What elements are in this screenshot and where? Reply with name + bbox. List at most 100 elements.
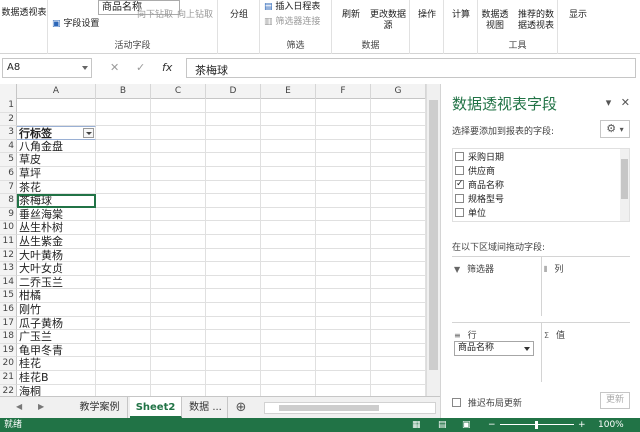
calculate-button[interactable]: 计算 — [444, 10, 478, 21]
row-header[interactable]: 20 — [0, 357, 17, 371]
field-item[interactable]: 采购日期 — [455, 151, 504, 165]
enter-icon[interactable]: ✓ — [136, 61, 145, 74]
formula-input[interactable]: 茶梅球 — [186, 58, 636, 78]
cell-a4[interactable]: 八角金盘 — [17, 139, 96, 154]
cell-a21[interactable]: 桂花B — [17, 371, 96, 385]
row-header[interactable]: 12 — [0, 248, 17, 263]
row-header[interactable]: 16 — [0, 303, 17, 317]
row-header[interactable]: 15 — [0, 289, 17, 303]
cell-a2[interactable] — [17, 112, 96, 127]
empty-cells[interactable] — [96, 357, 440, 371]
empty-cells[interactable] — [96, 181, 440, 195]
row-header[interactable]: 2 — [0, 112, 17, 127]
empty-cells[interactable] — [96, 249, 440, 263]
update-button[interactable]: 更新 — [600, 392, 630, 409]
empty-cells[interactable] — [96, 221, 440, 235]
cell-a1[interactable] — [17, 99, 96, 113]
cell-a14[interactable]: 二乔玉兰 — [17, 275, 96, 290]
change-source-button[interactable]: 更改数据源 — [368, 10, 408, 32]
tab-prev-icon[interactable]: ◀ — [16, 402, 22, 411]
field-checkbox[interactable] — [455, 177, 464, 191]
layout-settings-button[interactable]: ⚙ ▾ — [600, 120, 630, 138]
cell-a7[interactable]: 茶花 — [17, 180, 96, 195]
column-header-b[interactable]: B — [96, 84, 151, 99]
add-sheet-icon[interactable]: ⊕ — [230, 397, 252, 418]
sheet-tab-sheet2[interactable]: Sheet2 — [130, 397, 182, 418]
column-header-g[interactable]: G — [371, 84, 426, 99]
empty-cells[interactable] — [96, 317, 440, 331]
row-label-filter-button[interactable] — [83, 128, 94, 139]
empty-cells[interactable] — [96, 371, 440, 385]
spreadsheet-grid[interactable]: ABCDEFG 1 2 3 行标签 4 八角金盘 5 草皮 6 草坪 7 茶花 8 茶梅球 9 垂丝海棠 10 丛… — [0, 84, 440, 396]
cell-a3[interactable]: 行标签 — [17, 126, 96, 140]
empty-cells[interactable] — [96, 113, 440, 127]
page-break-icon[interactable]: ▣ — [462, 418, 471, 432]
row-header[interactable]: 9 — [0, 207, 17, 222]
pivot-chart-button[interactable]: 数据透视图 — [478, 10, 512, 32]
empty-cells[interactable] — [96, 126, 440, 140]
show-button[interactable]: 显示 — [558, 10, 598, 21]
cell-a20[interactable]: 桂花 — [17, 357, 96, 371]
field-item[interactable]: 商品名称 — [455, 177, 504, 193]
refresh-button[interactable]: 刷新 — [336, 10, 366, 21]
cell-a15[interactable]: 柑橘 — [17, 289, 96, 303]
column-header-c[interactable]: C — [151, 84, 206, 99]
sheet-tab-data[interactable]: 数据 ... — [184, 397, 228, 418]
empty-cells[interactable] — [96, 344, 440, 358]
row-header[interactable]: 22 — [0, 384, 17, 396]
cell-a22[interactable]: 海桐 — [17, 384, 96, 396]
empty-cells[interactable] — [96, 140, 440, 154]
values-area[interactable]: Σ 值 — [541, 322, 630, 382]
column-header-f[interactable]: F — [316, 84, 371, 99]
drill-up-button[interactable]: 向上钻取 — [176, 10, 214, 21]
horizontal-scroll-thumb[interactable] — [279, 405, 379, 411]
cell-a16[interactable]: 刚竹 — [17, 303, 96, 317]
cell-a12[interactable]: 大叶黄杨 — [17, 248, 96, 263]
field-checkbox[interactable] — [455, 166, 464, 175]
zoom-in-icon[interactable]: + — [578, 418, 586, 432]
rows-area[interactable]: ≡ 行 商品名称 — [452, 322, 541, 382]
actions-button[interactable]: 操作 — [410, 10, 444, 21]
row-header[interactable]: 17 — [0, 316, 17, 331]
field-checkbox[interactable] — [455, 194, 464, 203]
empty-cells[interactable] — [96, 153, 440, 167]
row-field-chip[interactable]: 商品名称 — [454, 341, 534, 356]
field-settings-button[interactable]: ▣ 字段设置 — [52, 19, 132, 30]
close-icon[interactable]: ✕ — [621, 96, 630, 109]
zoom-level[interactable]: 100% — [598, 418, 624, 432]
empty-cells[interactable] — [96, 385, 440, 396]
tab-next-icon[interactable]: ▶ — [38, 402, 44, 411]
insert-timeline-button[interactable]: ▤ 插入日程表 — [264, 2, 332, 13]
column-header-d[interactable]: D — [206, 84, 261, 99]
cell-a11[interactable]: 丛生紫金 — [17, 235, 96, 249]
cell-a5[interactable]: 草皮 — [17, 153, 96, 167]
name-box[interactable]: A8 — [2, 58, 92, 78]
cell-a8[interactable]: 茶梅球 — [17, 194, 96, 208]
zoom-out-icon[interactable]: − — [488, 418, 496, 432]
field-checkbox[interactable] — [455, 208, 464, 217]
column-header-e[interactable]: E — [261, 84, 316, 99]
defer-update-row[interactable]: 推迟布局更新 — [452, 396, 522, 409]
normal-view-icon[interactable]: ▦ — [412, 418, 421, 432]
filter-connections-button[interactable]: ▥ 筛选器连接 — [264, 17, 332, 28]
row-header[interactable]: 11 — [0, 235, 17, 249]
column-header-a[interactable]: A — [17, 84, 96, 99]
row-header[interactable]: 4 — [0, 139, 17, 154]
cell-a13[interactable]: 大叶女贞 — [17, 262, 96, 276]
empty-cells[interactable] — [96, 330, 440, 344]
empty-cells[interactable] — [96, 167, 440, 181]
row-header[interactable]: 1 — [0, 99, 17, 113]
row-header[interactable]: 3 — [0, 126, 17, 140]
field-list-scroll-thumb[interactable] — [621, 159, 628, 199]
empty-cells[interactable] — [96, 99, 440, 113]
empty-cells[interactable] — [96, 208, 440, 222]
empty-cells[interactable] — [96, 289, 440, 303]
cell-a6[interactable]: 草坪 — [17, 167, 96, 181]
columns-area[interactable]: ⦀ 列 — [541, 256, 630, 316]
insert-function-icon[interactable]: fx — [162, 61, 172, 74]
empty-cells[interactable] — [96, 262, 440, 276]
row-header[interactable]: 19 — [0, 343, 17, 358]
row-header[interactable]: 21 — [0, 371, 17, 385]
row-header[interactable]: 13 — [0, 262, 17, 276]
row-header[interactable]: 10 — [0, 221, 17, 235]
